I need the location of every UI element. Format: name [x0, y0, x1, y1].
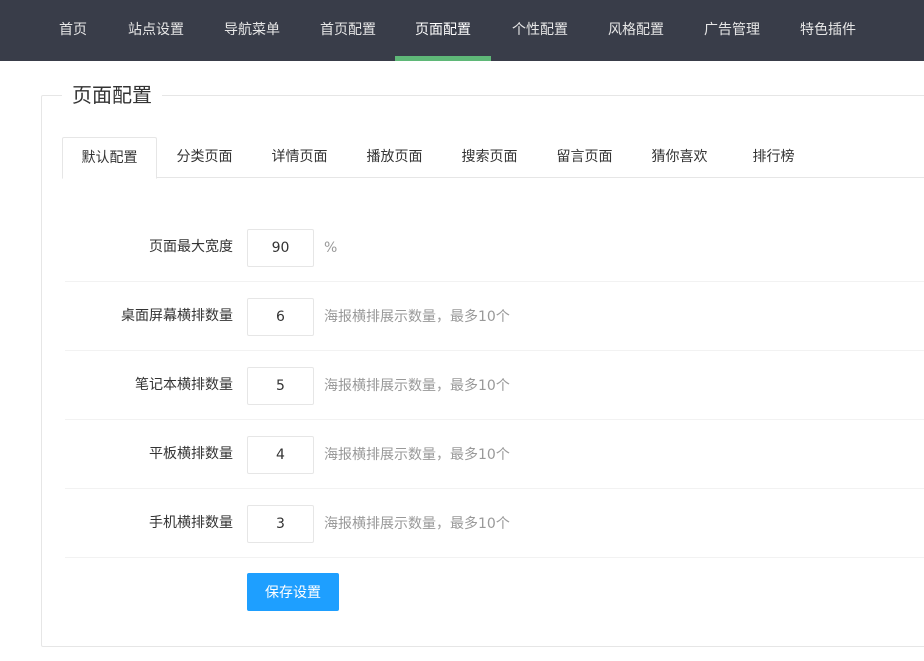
- nav-item-page-config[interactable]: 页面配置: [395, 0, 491, 61]
- form-row-max-width: 页面最大宽度 %: [65, 213, 924, 282]
- form-row-mobile-count: 手机横排数量 海报横排展示数量，最多10个: [65, 489, 924, 558]
- tab-play-page[interactable]: 播放页面: [362, 137, 427, 178]
- tab-detail-page[interactable]: 详情页面: [267, 137, 332, 178]
- mobile-count-label: 手机横排数量: [149, 515, 233, 531]
- panel-title: 页面配置: [62, 80, 162, 110]
- max-width-input[interactable]: [247, 229, 314, 267]
- mobile-count-hint: 海报横排展示数量，最多10个: [324, 516, 510, 532]
- tab-default-config[interactable]: 默认配置: [62, 137, 157, 179]
- form-row-desktop-count: 桌面屏幕横排数量 海报横排展示数量，最多10个: [65, 282, 924, 351]
- laptop-count-hint: 海报横排展示数量，最多10个: [324, 378, 510, 394]
- desktop-count-hint: 海报横排展示数量，最多10个: [324, 309, 510, 325]
- tab-message-page[interactable]: 留言页面: [552, 137, 617, 178]
- tablet-count-label: 平板横排数量: [149, 446, 233, 462]
- desktop-count-label: 桌面屏幕横排数量: [121, 308, 233, 324]
- form-row-laptop-count: 笔记本横排数量 海报横排展示数量，最多10个: [65, 351, 924, 420]
- max-width-label: 页面最大宽度: [149, 239, 233, 255]
- tablet-count-input[interactable]: [247, 436, 314, 474]
- nav-item-feature-plugins[interactable]: 特色插件: [799, 0, 857, 61]
- desktop-count-input[interactable]: [247, 298, 314, 336]
- laptop-count-label: 笔记本横排数量: [135, 377, 233, 393]
- max-width-unit: %: [324, 240, 338, 256]
- top-navigation: 首页 站点设置 导航菜单 首页配置 页面配置 个性配置 风格配置 广告管理 特色…: [0, 0, 924, 61]
- nav-item-personal-config[interactable]: 个性配置: [511, 0, 569, 61]
- tab-search-page[interactable]: 搜索页面: [457, 137, 522, 178]
- mobile-count-input[interactable]: [247, 505, 314, 543]
- nav-item-nav-menu[interactable]: 导航菜单: [223, 0, 281, 61]
- tab-you-may-like[interactable]: 猜你喜欢: [647, 137, 712, 178]
- tab-category-page[interactable]: 分类页面: [172, 137, 237, 178]
- laptop-count-input[interactable]: [247, 367, 314, 405]
- config-tabs: 默认配置 分类页面 详情页面 播放页面 搜索页面 留言页面 猜你喜欢 排行榜: [62, 137, 924, 179]
- nav-item-site-settings[interactable]: 站点设置: [127, 0, 185, 61]
- save-settings-button[interactable]: 保存设置: [247, 573, 339, 611]
- nav-item-home[interactable]: 首页: [58, 0, 88, 61]
- nav-item-home-config[interactable]: 首页配置: [319, 0, 377, 61]
- nav-item-ad-management[interactable]: 广告管理: [703, 0, 761, 61]
- tab-ranking[interactable]: 排行榜: [746, 137, 801, 178]
- form-row-tablet-count: 平板横排数量 海报横排展示数量，最多10个: [65, 420, 924, 489]
- nav-active-indicator: [395, 56, 491, 61]
- nav-item-style-config[interactable]: 风格配置: [607, 0, 665, 61]
- tablet-count-hint: 海报横排展示数量，最多10个: [324, 447, 510, 463]
